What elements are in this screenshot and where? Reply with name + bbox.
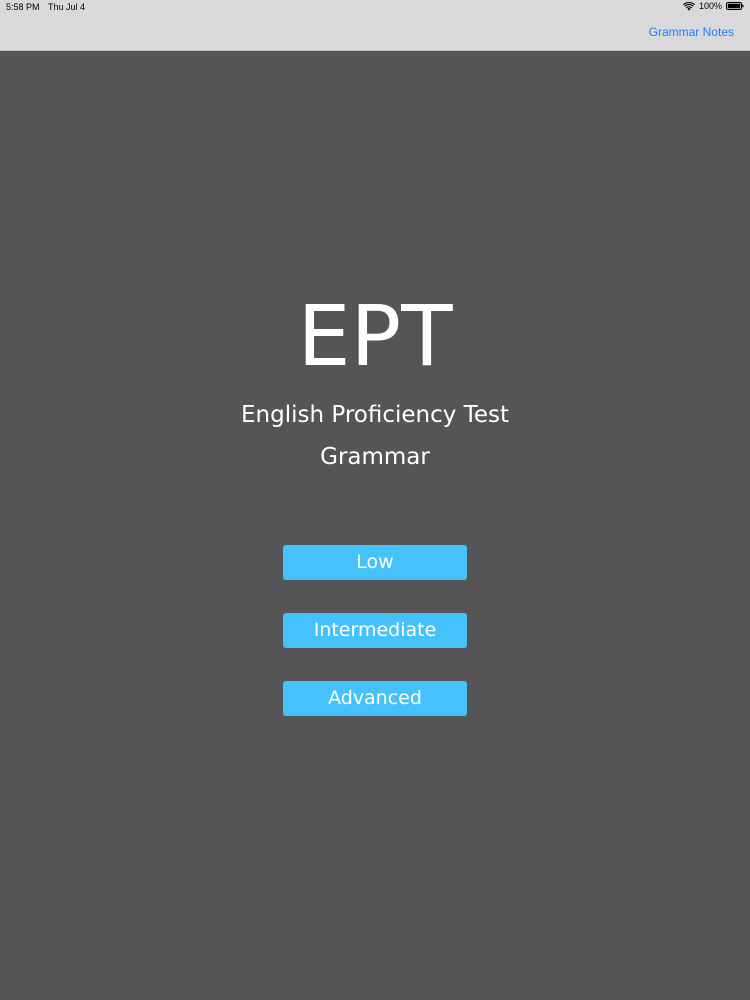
subtitle-grammar: Grammar: [320, 444, 430, 470]
wifi-icon: [682, 1, 695, 11]
status-date: Thu Jul 4: [48, 2, 86, 12]
battery-icon: [726, 2, 744, 10]
status-bar: 5:58 PM Thu Jul 4 100%: [0, 0, 750, 16]
advanced-level-button[interactable]: Advanced: [283, 681, 467, 716]
status-time: 5:58 PM: [6, 2, 40, 12]
app-title: EPT: [297, 287, 453, 385]
status-right-group: 100%: [682, 1, 744, 11]
grammar-notes-button[interactable]: Grammar Notes: [649, 25, 734, 39]
navigation-bar: 5:58 PM Thu Jul 4 100% Grammar Notes: [0, 0, 750, 51]
subtitle-proficiency-test: English Proficiency Test: [241, 402, 509, 428]
battery-percent: 100%: [698, 1, 722, 11]
intermediate-level-button[interactable]: Intermediate: [283, 613, 467, 648]
main-content: EPT English Proficiency Test Grammar Low…: [0, 51, 750, 1000]
low-level-button[interactable]: Low: [283, 545, 467, 580]
